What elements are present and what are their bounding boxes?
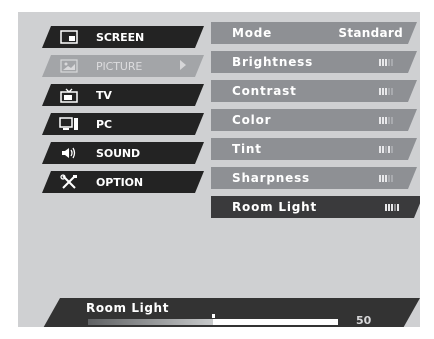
submenu-label: Brightness — [232, 55, 314, 69]
menu-item-label: OPTION — [96, 175, 143, 189]
submenu-label: Color — [232, 113, 272, 127]
menu-item-label: SOUND — [96, 146, 141, 160]
submenu-brightness[interactable]: Brightness — [211, 51, 417, 73]
level-indicator — [385, 204, 399, 211]
submenu-room-light[interactable]: Room Light — [211, 196, 420, 218]
pc-icon — [58, 116, 80, 132]
submenu-label: Room Light — [232, 200, 318, 214]
sound-icon — [58, 145, 80, 161]
menu-item-tv[interactable]: TV — [42, 84, 204, 106]
menu-item-sound[interactable]: SOUND — [42, 142, 204, 164]
screen-icon — [58, 29, 80, 45]
menu-item-label: SCREEN — [96, 30, 145, 44]
arrow-right-icon — [180, 60, 186, 70]
mode-value: Standard — [338, 26, 403, 40]
menu-item-picture[interactable]: PICTURE — [42, 55, 204, 77]
adjustment-bar: Room Light 50 — [42, 298, 420, 327]
level-indicator — [379, 59, 393, 66]
level-indicator — [379, 175, 393, 182]
tv-icon — [58, 87, 80, 103]
menu-item-label: TV — [96, 88, 112, 102]
submenu-contrast[interactable]: Contrast — [211, 80, 417, 102]
slider-value: 50 — [356, 314, 372, 327]
submenu-tint[interactable]: Tint — [211, 138, 417, 160]
menu-item-label: PC — [96, 117, 112, 131]
submenu-color[interactable]: Color — [211, 109, 417, 131]
submenu-sharpness[interactable]: Sharpness — [211, 167, 417, 189]
level-indicator — [379, 146, 393, 153]
submenu-label: Mode — [232, 26, 273, 40]
submenu-mode[interactable]: Mode Standard — [211, 22, 417, 44]
level-indicator — [379, 88, 393, 95]
slider-thumb[interactable] — [212, 314, 215, 318]
slider-fill — [88, 319, 213, 325]
submenu-label: Sharpness — [232, 171, 310, 185]
level-indicator — [379, 117, 393, 124]
picture-icon — [58, 58, 80, 74]
osd-panel: SCREEN PICTURE TV PC SOUND OPTION Mode S… — [18, 12, 420, 327]
adjustment-title: Room Light — [86, 301, 170, 315]
submenu-label: Tint — [232, 142, 262, 156]
menu-item-label: PICTURE — [96, 59, 143, 73]
menu-item-screen[interactable]: SCREEN — [42, 26, 204, 48]
menu-item-option[interactable]: OPTION — [42, 171, 204, 193]
option-icon — [58, 174, 80, 190]
submenu-label: Contrast — [232, 84, 297, 98]
room-light-slider[interactable] — [88, 319, 338, 325]
menu-item-pc[interactable]: PC — [42, 113, 204, 135]
